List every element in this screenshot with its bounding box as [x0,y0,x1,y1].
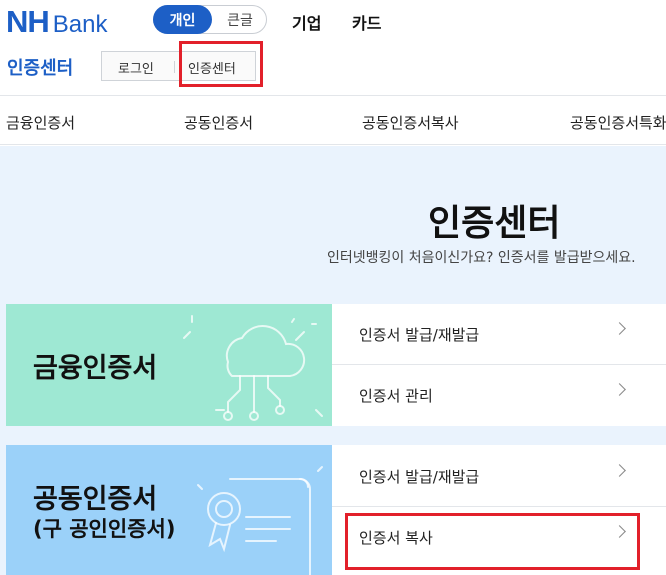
financial-cert-card: 금융인증서 인증서 발급/재발급 인증서 관리 [6,304,666,426]
header: NH Bank 개인 큰글 기업 카드 인증센터 로그인 인증센터 [0,0,666,94]
menu-item-label: 인증서 발급/재발급 [359,468,480,486]
large-text-mode-button[interactable]: 큰글 [214,6,266,33]
main-content: 인증센터 인터넷뱅킹이 처음이신가요? 인증서를 발급받으세요. 금융인증서 인… [0,146,666,575]
card-title: 공동인증서 [33,484,158,515]
menu-item-label: 인증서 발급/재발급 [359,326,480,344]
chevron-right-icon [613,322,626,335]
cert-tab-menu: 금융인증서 공동인증서 공동인증서복사 공동인증서특화 [0,95,666,145]
highlight-box-cert-copy [345,513,640,570]
card-subtitle: (구 공인인증서) [33,517,176,541]
logo-bank-text: Bank [52,11,108,38]
menu-item-issue[interactable]: 인증서 발급/재발급 [332,304,666,364]
login-link[interactable]: 로그인 [118,58,154,77]
util-divider [174,61,175,73]
tab-joint-cert[interactable]: 공동인증서 [184,112,253,133]
joint-cert-hero: 공동인증서 (구 공인인증서) [6,445,332,575]
financial-cert-menu: 인증서 발급/재발급 인증서 관리 [332,304,666,426]
page-title: 인증센터 [428,203,561,244]
menu-item-issue[interactable]: 인증서 발급/재발급 [332,446,666,506]
highlight-box-cert-center [179,41,263,87]
tab-joint-cert-copy[interactable]: 공동인증서복사 [362,112,459,133]
logo-nh-text: NH [6,4,50,39]
nav-corporate-link[interactable]: 기업 [292,10,321,34]
card-title: 금융인증서 [33,353,158,384]
nav-card-link[interactable]: 카드 [352,10,381,34]
certificate-scroll-icon [197,466,323,575]
section-title: 인증센터 [7,58,74,79]
personal-mode-button[interactable]: 개인 [153,5,212,34]
menu-item-label: 인증서 관리 [359,387,433,405]
chevron-right-icon [613,383,626,396]
chevron-right-icon [613,464,626,477]
tab-joint-cert-special[interactable]: 공동인증서특화 [570,112,666,133]
view-mode-toggle: 개인 큰글 [153,5,267,34]
tab-financial-cert[interactable]: 금융인증서 [6,112,75,133]
cloud-network-icon [183,315,323,421]
menu-item-manage[interactable]: 인증서 관리 [332,365,666,425]
financial-cert-hero: 금융인증서 [6,304,332,426]
page-subtitle: 인터넷뱅킹이 처음이신가요? 인증서를 발급받으세요. [327,250,636,266]
nh-bank-logo[interactable]: NH Bank [6,4,107,40]
